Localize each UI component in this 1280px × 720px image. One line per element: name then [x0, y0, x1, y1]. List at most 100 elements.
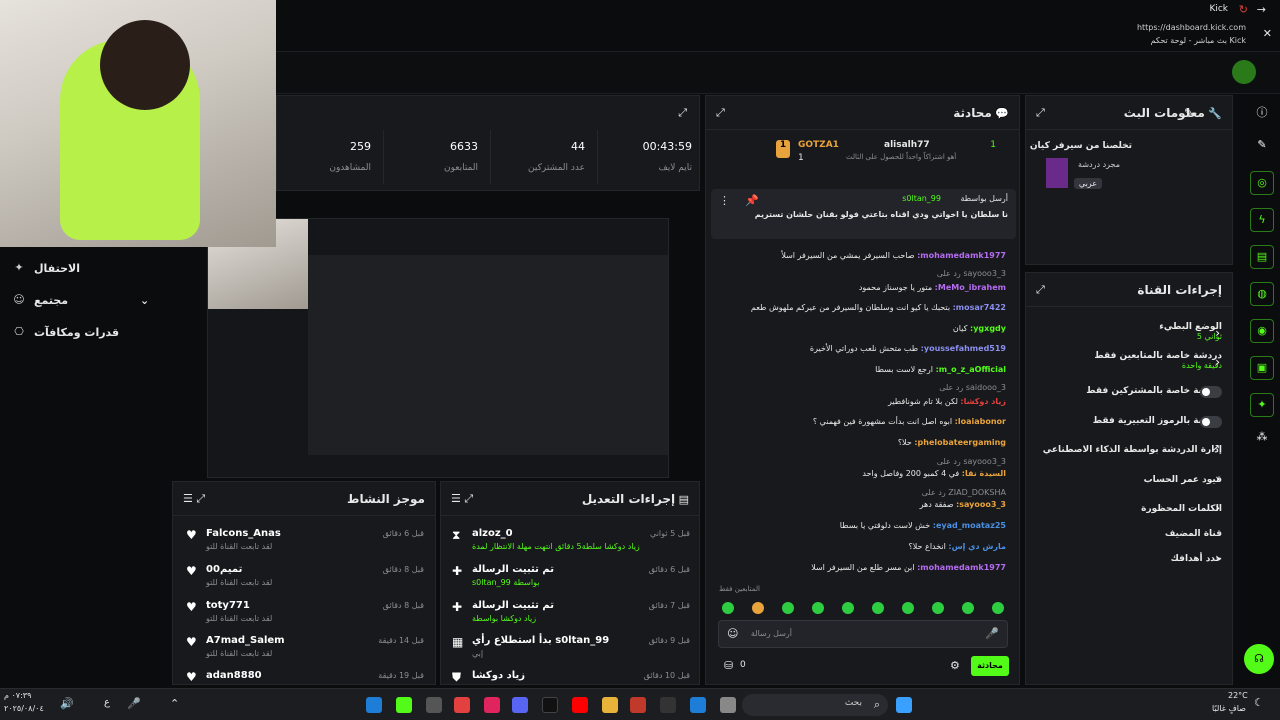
chevron-up-icon[interactable]: ⌃	[170, 697, 179, 710]
tab-title: بث مباشر - لوحة تحكم Kick	[1150, 36, 1246, 45]
weather-temp: 22°C	[1228, 691, 1248, 700]
preview-dashboard	[308, 255, 668, 455]
volume-icon[interactable]: 🔊	[60, 697, 74, 710]
weather-icon[interactable]: ☾	[1254, 696, 1264, 709]
settings-icon[interactable]	[426, 697, 442, 713]
chevron-right-icon[interactable]: ›	[1215, 551, 1220, 565]
pencil-icon[interactable]: ✎	[1255, 138, 1269, 151]
support-icon[interactable]: ☊	[1244, 644, 1274, 674]
chevron-right-icon[interactable]: ›	[1215, 501, 1220, 515]
emote-icon[interactable]	[722, 602, 734, 614]
heart-icon: ♥	[186, 600, 197, 614]
list-item: ✚ تم تثبيت الرسالة زياد دوكشا بواسطة قبل 7 …	[452, 600, 690, 623]
people-icon: ☺	[13, 293, 25, 306]
setting-goals: حدد أهدافك	[1170, 554, 1222, 564]
category-thumbnail	[1046, 158, 1068, 188]
refresh-icon[interactable]: ↻	[1239, 3, 1248, 16]
emote-icon[interactable]	[842, 602, 854, 614]
filter-icon[interactable]: ☰ ⤢	[451, 492, 473, 506]
sidebar-item-rewards[interactable]: قدرات ومكافآت ⎔	[0, 316, 172, 348]
more-icon[interactable]: ⋮	[719, 194, 730, 207]
info-icon[interactable]: ⓘ	[1255, 104, 1269, 120]
emote-icon[interactable]	[752, 602, 764, 614]
discord-icon[interactable]	[512, 697, 528, 713]
forward-icon[interactable]: →	[1257, 3, 1266, 16]
chevron-down-icon: ⌄	[140, 293, 150, 307]
edge-icon[interactable]	[366, 697, 382, 713]
language-indicator[interactable]: ع	[104, 697, 110, 708]
wrench-icon[interactable]: ✦	[1250, 393, 1274, 417]
emote-icon[interactable]	[962, 602, 974, 614]
expand-icon[interactable]: ⤢	[1036, 106, 1045, 120]
subscribers-only-toggle[interactable]	[1200, 386, 1222, 398]
language-badge: عربي	[1073, 178, 1102, 189]
taskbar-search[interactable]: بحث ⌕	[742, 694, 888, 716]
setting-host-channel[interactable]: قناة المضيف	[1022, 529, 1222, 539]
setting-account-age: قيود عمر الحساب	[1143, 475, 1222, 485]
chat-icon[interactable]: ◍	[1250, 282, 1274, 306]
wrench-icon: 🔧	[1208, 106, 1222, 120]
pinned-message[interactable]: أرسل بواسطة s0ltan_99 نا سلطان يا اخواتي…	[711, 189, 1016, 239]
second-gifter-name: alisalh77	[884, 140, 930, 150]
close-icon[interactable]: ✕	[1263, 27, 1272, 40]
expand-icon[interactable]: ⤢	[716, 106, 725, 120]
store-icon[interactable]	[690, 697, 706, 713]
expand-icon[interactable]: ⤢	[678, 106, 687, 120]
setting-ai-moderation[interactable]: إدارة الدردشة بواسطة الذكاء الاصطناعي	[1022, 445, 1222, 455]
chat-input[interactable]: أرسل رسالة 🎤 ☺	[718, 620, 1008, 648]
emote-icon[interactable]	[902, 602, 914, 614]
points-icon: ⛁	[724, 659, 734, 672]
layout-icon[interactable]: ▣	[1250, 356, 1274, 380]
emote-icon[interactable]	[812, 602, 824, 614]
sidebar-item-community[interactable]: مجتمع ☺ ⌄	[0, 284, 172, 316]
windows-start-icon[interactable]	[896, 697, 912, 713]
pencil-icon[interactable]: ✎	[1184, 106, 1193, 119]
lightning-icon[interactable]: ϟ	[1250, 208, 1274, 232]
folder-icon[interactable]	[602, 697, 618, 713]
filter-icon[interactable]: ☰ ⤢	[183, 492, 205, 506]
sidebar-item-celebration[interactable]: الاحتفال ✦	[0, 252, 172, 284]
chevron-right-icon[interactable]: ›	[1215, 472, 1220, 486]
stream-category: مجرد دردشة	[1078, 160, 1120, 169]
document-icon[interactable]: ▤	[1250, 245, 1274, 269]
emote-icon[interactable]	[782, 602, 794, 614]
emotes-only-toggle[interactable]	[1200, 416, 1222, 428]
emoji-icon[interactable]: ☺	[727, 627, 738, 640]
chevron-right-icon[interactable]: ›	[1215, 326, 1220, 340]
rank-badge: 1	[776, 140, 790, 158]
chat-header: ⤢ محادثة 💬	[706, 96, 1019, 130]
chrome-icon[interactable]	[454, 697, 470, 713]
window-icon[interactable]	[720, 697, 736, 713]
expand-icon[interactable]: ⤢	[1036, 283, 1045, 297]
points-count: 0	[740, 660, 746, 670]
setting-emotes-only: دردشة بالرموز التعبيرية فقط	[1092, 416, 1222, 426]
youtube-icon[interactable]	[572, 697, 588, 713]
broadcast-icon[interactable]: ◉	[1250, 319, 1274, 343]
microphone-icon[interactable]: 🎤	[985, 627, 999, 640]
camera-icon[interactable]: ◎	[1250, 171, 1274, 195]
pin-icon[interactable]: 📌	[745, 194, 759, 207]
emote-icon[interactable]	[872, 602, 884, 614]
tiktok-live-icon[interactable]	[484, 697, 500, 713]
gift-icon: ⎔	[14, 325, 24, 338]
emote-icon[interactable]	[932, 602, 944, 614]
url-text[interactable]: https://dashboard.kick.com	[1137, 23, 1246, 32]
followers-only-note: المتابعين فقط	[719, 585, 760, 593]
chevron-right-icon[interactable]: ›	[1215, 355, 1220, 369]
weather-desc: صافٍ غالبًا	[1212, 704, 1246, 713]
emote-icon[interactable]	[992, 602, 1004, 614]
external-link-icon[interactable]: ↗	[1212, 443, 1220, 454]
chat-send-button[interactable]: محادثة	[971, 656, 1009, 676]
acrobat-icon[interactable]	[630, 697, 646, 713]
tiktok-icon[interactable]	[542, 697, 558, 713]
gear-icon[interactable]: ⚙	[950, 659, 960, 672]
microphone-icon[interactable]: 🎤	[127, 697, 141, 710]
setting-followers-only: دردشة خاصة بالمتابعين فقط دقيقة واحدة	[1094, 351, 1222, 370]
list-item: ♥ Falcons_Anas لقد تابعت القناة للتو قبل 6 …	[186, 528, 424, 551]
kick-icon[interactable]	[396, 697, 412, 713]
avatar[interactable]	[1232, 60, 1256, 84]
party-icon: ✦	[14, 261, 24, 274]
epic-games-icon[interactable]	[660, 697, 676, 713]
app-name: Kick	[1209, 4, 1228, 14]
dots-icon[interactable]: ⁂	[1255, 430, 1269, 443]
